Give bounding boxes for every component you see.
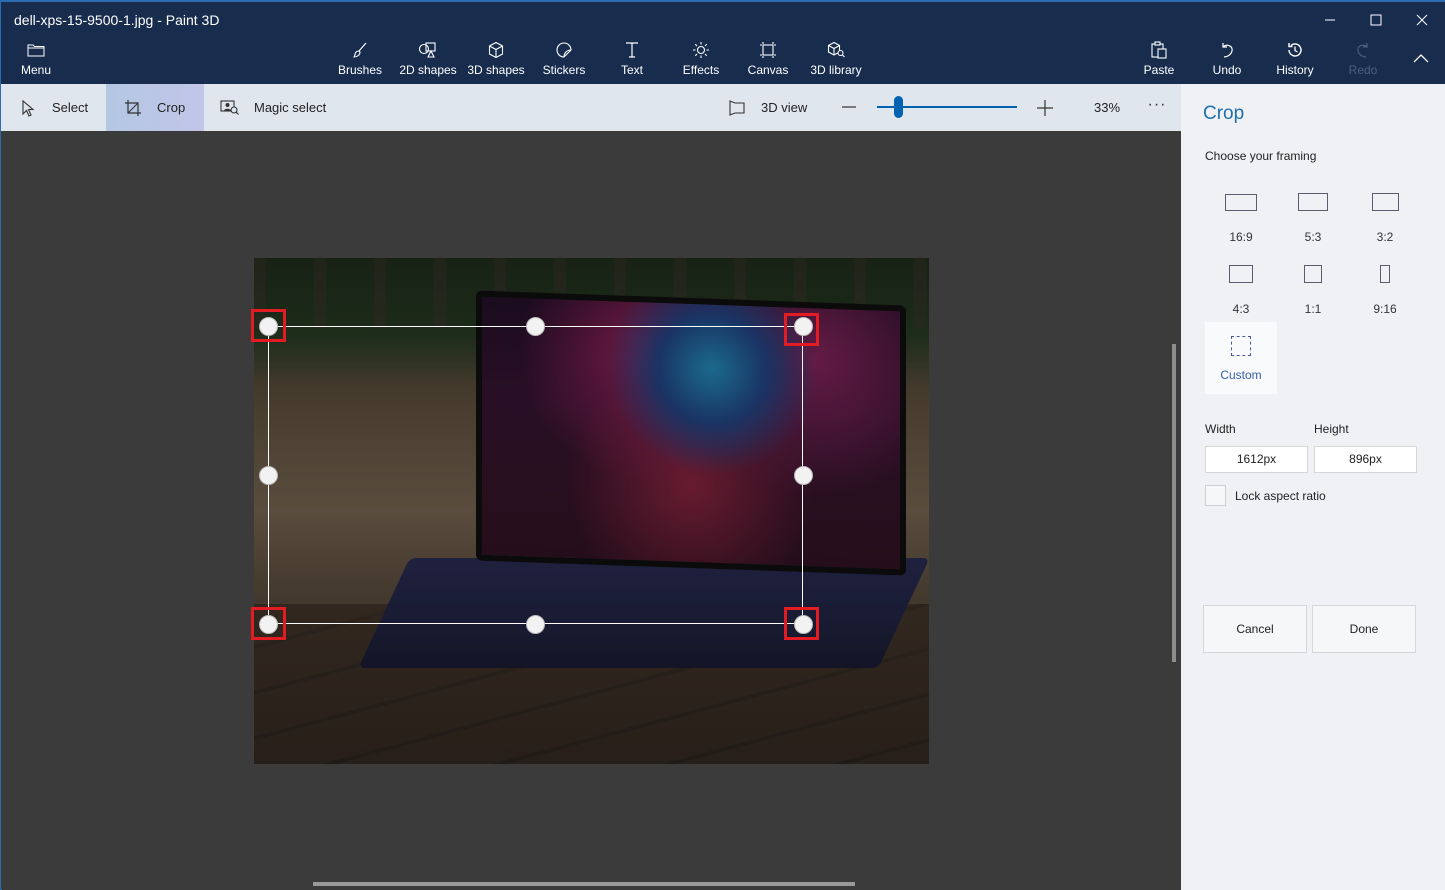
window-title: dell-xps-15-9500-1.jpg - Paint 3D	[14, 12, 220, 28]
zoom-in-button[interactable]	[1034, 97, 1056, 119]
menu-button[interactable]: Menu	[18, 40, 54, 82]
plus-icon	[1037, 100, 1053, 116]
framing-5-3[interactable]: 5:3	[1277, 186, 1349, 258]
height-label: Height	[1314, 422, 1349, 436]
vertical-scrollbar[interactable]	[1172, 344, 1176, 662]
done-button[interactable]: Done	[1312, 605, 1416, 653]
tool-canvas[interactable]: Canvas	[748, 40, 788, 82]
cancel-button[interactable]: Cancel	[1203, 605, 1307, 653]
framing-9-16-icon	[1380, 265, 1390, 283]
sun-icon	[690, 40, 712, 60]
framing-4-3[interactable]: 4:3	[1205, 258, 1277, 330]
3d-cube-icon	[485, 40, 507, 60]
tool-brushes[interactable]: Brushes	[337, 40, 383, 82]
close-button[interactable]	[1399, 8, 1445, 32]
redo-icon	[1352, 40, 1374, 60]
minimize-icon	[1325, 19, 1335, 21]
zoom-percent: 33%	[1094, 100, 1121, 115]
framing-9-16[interactable]: 9:16	[1349, 258, 1421, 330]
2d-shapes-icon	[417, 40, 439, 60]
crop-tool-button[interactable]: Crop	[106, 84, 204, 131]
crop-handle-top-right[interactable]	[793, 316, 813, 336]
maximize-icon	[1370, 14, 1382, 26]
framing-16-9[interactable]: 16:9	[1205, 186, 1277, 258]
tool-3d-library[interactable]: 3D library	[809, 40, 863, 82]
paste-icon	[1148, 40, 1170, 60]
more-options-button[interactable]: ···	[1144, 94, 1170, 120]
framing-custom[interactable]: Custom	[1205, 322, 1277, 394]
text-icon	[621, 40, 643, 60]
crop-handle-right[interactable]	[793, 465, 813, 485]
magic-select-icon	[220, 98, 240, 118]
minimize-button[interactable]	[1307, 8, 1353, 32]
width-label: Width	[1205, 422, 1236, 436]
select-tool-button[interactable]: Select	[1, 84, 105, 131]
framing-4-3-icon	[1229, 265, 1253, 283]
folder-icon	[25, 40, 47, 60]
framing-3-2[interactable]: 3:2	[1349, 186, 1421, 258]
close-icon	[1416, 14, 1428, 26]
crop-handle-top-left[interactable]	[258, 316, 278, 336]
undo-icon	[1216, 40, 1238, 60]
brush-icon	[349, 40, 371, 60]
framing-subtitle: Choose your framing	[1205, 149, 1317, 163]
zoom-out-button[interactable]	[839, 97, 859, 117]
magic-select-button[interactable]: Magic select	[204, 84, 344, 131]
title-ribbon-bar: dell-xps-15-9500-1.jpg - Paint 3D Menu B…	[1, 2, 1445, 84]
crop-selection-rectangle[interactable]	[268, 326, 803, 624]
width-input[interactable]: 1612px	[1205, 446, 1308, 473]
framing-16-9-icon	[1225, 193, 1257, 211]
history-icon	[1284, 40, 1306, 60]
crop-icon	[123, 98, 143, 118]
panel-title: Crop	[1203, 103, 1245, 124]
paint-3d-window: dell-xps-15-9500-1.jpg - Paint 3D Menu B…	[0, 0, 1445, 890]
framing-3-2-icon	[1371, 193, 1399, 211]
tool-stickers[interactable]: Stickers	[541, 40, 587, 82]
lock-aspect-label: Lock aspect ratio	[1235, 489, 1326, 503]
3d-library-icon	[825, 40, 847, 60]
tool-effects[interactable]: Effects	[681, 40, 721, 82]
framing-5-3-icon	[1298, 193, 1328, 211]
tool-2d-shapes[interactable]: 2D shapes	[399, 40, 457, 82]
framing-1-1-icon	[1304, 265, 1322, 283]
redo-button[interactable]: Redo	[1345, 40, 1381, 82]
chevron-up-icon	[1410, 48, 1432, 68]
zoom-slider-thumb[interactable]	[893, 96, 903, 118]
crop-handle-left[interactable]	[258, 465, 278, 485]
crop-handle-bottom[interactable]	[525, 614, 545, 634]
3d-view-icon	[727, 98, 747, 118]
minus-icon	[842, 106, 856, 108]
undo-button[interactable]: Undo	[1209, 40, 1245, 82]
history-button[interactable]: History	[1273, 40, 1317, 82]
height-input[interactable]: 896px	[1314, 446, 1417, 473]
horizontal-scrollbar[interactable]	[313, 882, 855, 886]
maximize-button[interactable]	[1353, 8, 1399, 32]
framing-1-1[interactable]: 1:1	[1277, 258, 1349, 330]
canvas-icon	[757, 40, 779, 60]
crop-handle-bottom-left[interactable]	[258, 614, 278, 634]
lock-aspect-checkbox[interactable]	[1205, 485, 1226, 506]
crop-handle-bottom-right[interactable]	[793, 614, 813, 634]
sticker-icon	[553, 40, 575, 60]
paste-button[interactable]: Paste	[1141, 40, 1177, 82]
cursor-icon	[18, 98, 38, 118]
crop-handle-top[interactable]	[525, 316, 545, 336]
3d-view-button[interactable]: 3D view	[723, 84, 823, 131]
custom-dashed-icon	[1231, 336, 1251, 356]
tool-3d-shapes[interactable]: 3D shapes	[467, 40, 525, 82]
tool-text[interactable]: Text	[615, 40, 649, 82]
